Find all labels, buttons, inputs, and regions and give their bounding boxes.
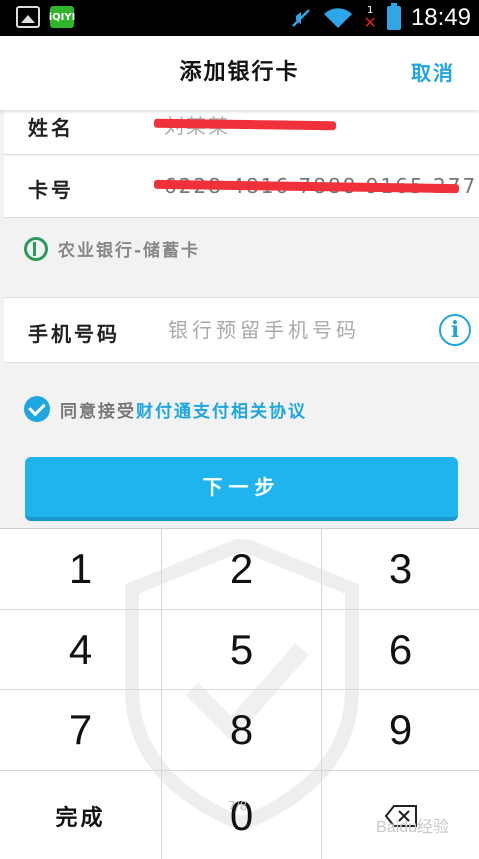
no-signal-icon: 1 ✕ [363, 5, 377, 32]
bank-name: 农业银行-储蓄卡 [58, 241, 201, 261]
agreement-checkbox[interactable]: 同意接受 财付通支付相关协议 [24, 396, 307, 422]
key-2[interactable]: 2 [162, 529, 322, 610]
key-7[interactable]: 7 [0, 690, 162, 771]
agreement-prefix: 同意接受 [60, 401, 136, 422]
card-number-row: 卡号 6228 4816 7888 9165 277 [4, 156, 479, 218]
page-indicator: 7/8 [228, 799, 248, 813]
name-row: 姓名 刘某某 [4, 110, 479, 155]
next-step-button[interactable]: 下一步 [25, 457, 458, 521]
name-label: 姓名 [28, 116, 74, 140]
numeric-keypad: 1 2 3 4 5 6 7 8 9 完成 0 7/8 Baidu经验 [0, 528, 479, 859]
iqiyi-app-icon: iQIYI [49, 6, 75, 28]
app-header: 添加银行卡 取消 [0, 36, 479, 110]
checkbox-checked-icon[interactable] [24, 396, 50, 422]
done-button[interactable]: 完成 [0, 771, 162, 859]
key-6[interactable]: 6 [322, 610, 479, 690]
phone-input[interactable] [168, 312, 418, 348]
phone-row: 手机号码 i [4, 297, 479, 363]
page-title: 添加银行卡 [179, 60, 300, 85]
info-icon[interactable]: i [439, 314, 471, 346]
key-5[interactable]: 5 [162, 610, 322, 690]
phone-label: 手机号码 [28, 322, 120, 346]
wifi-icon [323, 8, 352, 28]
key-4[interactable]: 4 [0, 610, 162, 690]
abc-bank-logo-icon [24, 236, 48, 261]
key-8[interactable]: 8 [162, 690, 322, 771]
agreement-link[interactable]: 财付通支付相关协议 [136, 397, 307, 422]
baidu-watermark: Baidu经验 [376, 819, 449, 836]
key-3[interactable]: 3 [322, 529, 479, 610]
cancel-button[interactable]: 取消 [411, 36, 455, 110]
key-9[interactable]: 9 [322, 690, 479, 771]
bank-info: 农业银行-储蓄卡 [24, 236, 200, 261]
key-0[interactable]: 0 [162, 771, 322, 859]
card-number-label: 卡号 [28, 178, 74, 202]
status-bar: iQIYI 1 ✕ 18:49 [0, 0, 479, 36]
mute-icon [291, 9, 310, 27]
battery-icon [386, 3, 401, 30]
key-1[interactable]: 1 [0, 529, 162, 610]
gallery-icon [16, 6, 40, 28]
status-time: 18:49 [410, 4, 471, 31]
